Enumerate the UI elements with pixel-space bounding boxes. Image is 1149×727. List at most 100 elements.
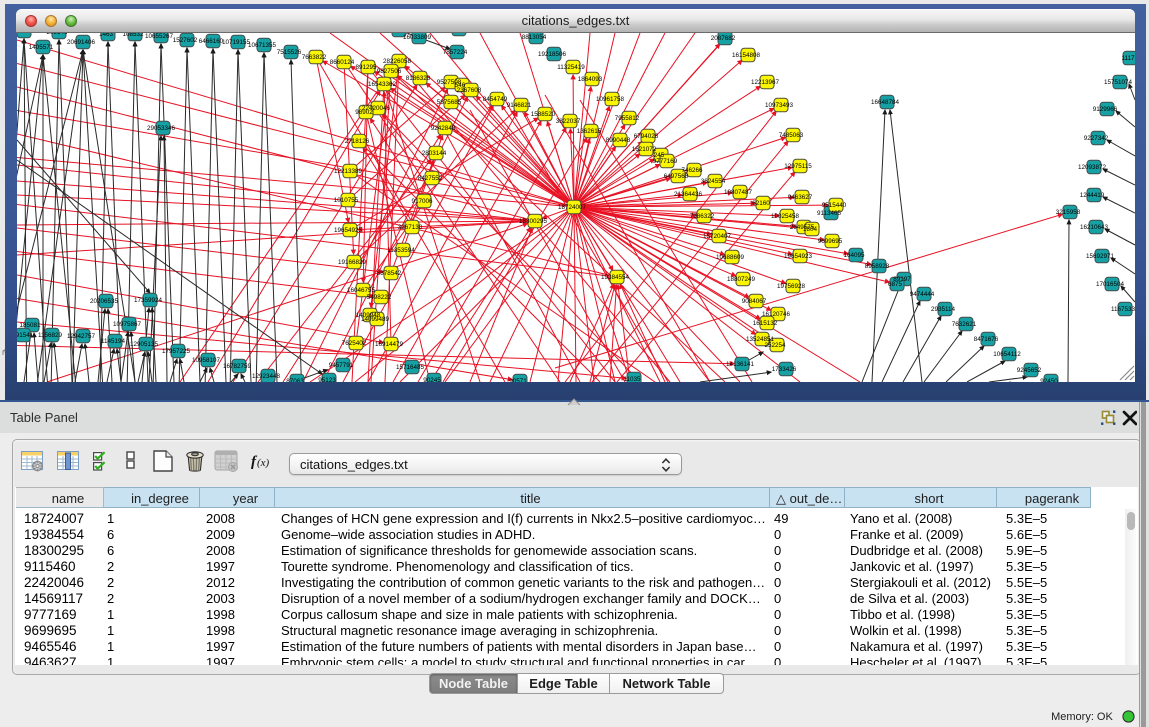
svg-text:2803144: 2803144 — [422, 150, 447, 157]
svg-text:8471676: 8471676 — [974, 336, 999, 343]
svg-text:8660124: 8660124 — [330, 59, 355, 66]
svg-text:6794028: 6794028 — [634, 133, 659, 140]
svg-text:95123: 95123 — [318, 377, 336, 382]
svg-text:16648784: 16648784 — [871, 99, 900, 106]
svg-text:9146821: 9146821 — [507, 102, 532, 109]
svg-text:185081: 185081 — [19, 322, 41, 329]
svg-text:9463627: 9463627 — [788, 194, 813, 201]
svg-text:12942757: 12942757 — [67, 333, 96, 340]
svg-text:12975115: 12975115 — [784, 163, 812, 170]
svg-text:10719155: 10719155 — [222, 39, 251, 46]
svg-text:92450: 92450 — [1040, 378, 1058, 382]
svg-text:10025458: 10025458 — [771, 213, 800, 220]
svg-text:16120746: 16120746 — [762, 311, 791, 318]
svg-text:164095: 164095 — [843, 252, 865, 259]
svg-text:15692971: 15692971 — [1086, 253, 1115, 260]
svg-text:252254: 252254 — [764, 342, 786, 349]
svg-text:7986322: 7986322 — [690, 213, 715, 220]
svg-text:1588520: 1588520 — [531, 111, 556, 118]
svg-text:9129966: 9129966 — [1093, 106, 1118, 113]
svg-text:10671355: 10671355 — [248, 42, 277, 49]
svg-text:17957225: 17957225 — [162, 348, 191, 355]
svg-text:1804: 1804 — [803, 226, 818, 233]
svg-text:9113465: 9113465 — [817, 210, 842, 217]
svg-text:12093872: 12093872 — [1078, 164, 1107, 171]
svg-text:1733426: 1733426 — [772, 366, 797, 373]
svg-text:1117: 1117 — [1121, 55, 1135, 62]
svg-text:90571: 90571 — [509, 378, 527, 382]
svg-text:6497568: 6497568 — [664, 173, 689, 180]
svg-text:9245652: 9245652 — [1017, 367, 1042, 374]
svg-text:20206535: 20206535 — [90, 298, 119, 305]
svg-text:9242848: 9242848 — [431, 125, 456, 132]
svg-text:9827506: 9827506 — [377, 68, 402, 75]
svg-text:39154: 39154 — [17, 332, 30, 339]
svg-text:891295: 891295 — [355, 64, 377, 71]
svg-text:2718126: 2718126 — [345, 138, 370, 145]
svg-text:1405571: 1405571 — [29, 44, 54, 51]
svg-text:16046755: 16046755 — [347, 287, 376, 294]
svg-text:16210643: 16210643 — [1080, 224, 1109, 231]
svg-text:10655267: 10655267 — [145, 33, 174, 40]
svg-text:7515526: 7515526 — [277, 49, 302, 56]
svg-text:5498222: 5498222 — [367, 294, 392, 301]
svg-text:8186328: 8186328 — [406, 75, 431, 82]
svg-text:10958107: 10958107 — [192, 357, 221, 364]
svg-text:18724007: 18724007 — [558, 204, 587, 211]
svg-text:21364436: 21364436 — [674, 191, 703, 198]
svg-text:3267130: 3267130 — [398, 224, 423, 231]
svg-text:15720407: 15720407 — [703, 233, 732, 240]
svg-text:1362615: 1362615 — [577, 128, 602, 135]
svg-text:16543362: 16543362 — [368, 81, 397, 88]
svg-text:11353594: 11353594 — [387, 247, 415, 254]
svg-text:90245: 90245 — [423, 377, 441, 382]
svg-text:19218506: 19218506 — [538, 51, 567, 58]
svg-text:(x): (x) — [257, 457, 270, 469]
svg-text:7625402: 7625402 — [342, 340, 367, 347]
svg-text:8878542: 8878542 — [377, 270, 402, 277]
svg-text:3215958: 3215958 — [1056, 209, 1081, 216]
svg-text:9227342: 9227342 — [1084, 135, 1109, 142]
svg-text:9084067: 9084067 — [742, 298, 767, 305]
svg-text:19384554: 19384554 — [601, 274, 630, 281]
svg-text:19654925: 19654925 — [334, 227, 363, 234]
svg-text:8990448: 8990448 — [606, 137, 631, 144]
svg-text:9457791: 9457791 — [329, 362, 354, 369]
svg-text:1463: 1463 — [99, 33, 114, 38]
svg-text:209146: 209146 — [46, 33, 68, 36]
svg-text:11325419: 11325419 — [557, 64, 585, 71]
svg-text:15716485: 15716485 — [396, 364, 425, 371]
svg-text:16033809: 16033809 — [403, 34, 432, 41]
svg-text:917006: 917006 — [411, 198, 433, 205]
svg-text:10961758: 10961758 — [596, 96, 625, 103]
svg-text:14099489: 14099489 — [361, 316, 390, 323]
svg-text:10807487: 10807487 — [724, 189, 753, 196]
svg-text:1615132: 1615132 — [753, 320, 778, 327]
svg-text:1156829: 1156829 — [38, 332, 63, 339]
svg-text:8813054: 8813054 — [522, 34, 547, 41]
svg-text:11035: 11035 — [623, 376, 641, 382]
svg-text:19756928: 19756928 — [777, 283, 806, 290]
svg-text:19166829: 19166829 — [338, 259, 367, 266]
svg-text:9699695: 9699695 — [818, 238, 843, 245]
svg-text:16782759: 16782759 — [223, 363, 252, 370]
svg-text:9515440: 9515440 — [822, 202, 847, 209]
svg-text:12923448: 12923448 — [252, 373, 281, 380]
svg-text:9474444: 9474444 — [910, 291, 935, 298]
svg-text:6875: 6875 — [888, 281, 903, 288]
svg-text:2087682: 2087682 — [711, 35, 736, 42]
svg-text:10973493: 10973493 — [765, 102, 794, 109]
svg-text:108532: 108532 — [122, 33, 144, 38]
svg-text:9777169: 9777169 — [653, 158, 678, 165]
svg-text:16914479: 16914479 — [375, 341, 404, 348]
svg-text:1010755: 1010755 — [334, 197, 359, 204]
svg-text:1864093: 1864093 — [578, 76, 603, 83]
svg-text:10975867: 10975867 — [113, 321, 142, 328]
svg-text:5875685: 5875685 — [437, 99, 462, 106]
svg-text:98902: 98902 — [355, 109, 373, 116]
svg-text:1527602: 1527602 — [173, 37, 198, 44]
svg-text:6466160: 6466160 — [199, 38, 224, 45]
svg-text:12213389: 12213389 — [334, 168, 363, 175]
svg-text:1167533: 1167533 — [1111, 306, 1135, 313]
svg-text:8454749: 8454749 — [483, 96, 508, 103]
